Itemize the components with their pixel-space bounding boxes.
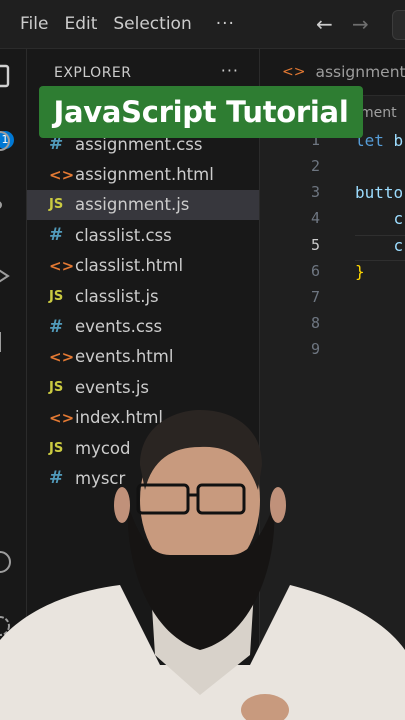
line-number: 6 <box>310 262 320 280</box>
line-number: 4 <box>310 209 320 227</box>
line-number-current: 5 <box>310 236 320 254</box>
presenter-video <box>0 410 405 720</box>
file-label: classlist.js <box>75 286 159 306</box>
html-file-icon: <> <box>49 165 75 184</box>
code-line-3[interactable]: butto <box>355 183 403 202</box>
js-file-icon: JS <box>49 379 64 395</box>
file-label: assignment.js <box>75 195 190 215</box>
tab-label: assignment.h <box>315 63 405 81</box>
file-label: events.css <box>75 317 163 337</box>
file-label: classlist.html <box>75 256 184 276</box>
search-icon[interactable] <box>0 129 14 155</box>
identifier: butto <box>355 183 404 202</box>
js-file-icon: JS <box>49 288 64 304</box>
menu-more-icon[interactable]: ··· <box>216 14 235 34</box>
command-center[interactable] <box>392 10 405 40</box>
file-item-events-css[interactable]: # events.css <box>27 311 259 341</box>
code-line-6[interactable]: } <box>355 262 365 281</box>
video-title: JavaScript Tutorial <box>53 95 349 129</box>
code-line-4[interactable]: c <box>355 209 404 228</box>
file-item-assignment-html[interactable]: <> assignment.html <box>27 159 259 189</box>
line-number: 7 <box>310 288 320 306</box>
menu-file[interactable]: File <box>0 14 56 34</box>
file-label: assignment.html <box>75 165 214 185</box>
html-file-icon: <> <box>49 256 75 275</box>
file-item-assignment-js[interactable]: JS assignment.js <box>27 189 259 221</box>
breadcrumb[interactable]: ment <box>360 105 397 121</box>
line-number: 8 <box>310 314 320 332</box>
file-label: events.js <box>75 377 150 397</box>
html-file-icon: <> <box>49 347 75 366</box>
closing-brace: } <box>355 262 365 281</box>
js-file-icon: JS <box>49 197 64 213</box>
file-item-events-js[interactable]: JS events.js <box>27 372 259 402</box>
arrow-right-icon[interactable]: → <box>352 12 369 36</box>
explorer-icon[interactable] <box>0 63 14 89</box>
identifier: c <box>393 236 404 255</box>
file-label: events.html <box>75 347 174 367</box>
explorer-more-icon[interactable]: ··· <box>221 61 239 80</box>
css-file-icon: # <box>49 225 64 246</box>
arrow-left-icon[interactable]: ← <box>316 12 333 36</box>
menu-edit[interactable]: Edit <box>56 14 105 34</box>
menu-selection[interactable]: Selection <box>105 14 199 34</box>
line-number: 9 <box>310 340 320 358</box>
identifier: c <box>393 209 404 228</box>
run-debug-icon[interactable] <box>0 263 14 289</box>
line-number: 2 <box>310 157 320 175</box>
source-control-icon[interactable] <box>0 197 14 223</box>
file-item-classlist-css[interactable]: # classlist.css <box>27 220 259 250</box>
menu-bar: File Edit Selection ··· <box>0 0 405 49</box>
html-file-icon: <> <box>282 64 306 80</box>
file-item-classlist-js[interactable]: JS classlist.js <box>27 281 259 311</box>
file-item-classlist-html[interactable]: <> classlist.html <box>27 251 259 281</box>
code-line-5[interactable]: c <box>355 236 404 255</box>
explorer-header: EXPLORER <box>54 65 132 81</box>
identifier: b <box>393 131 404 150</box>
css-file-icon: # <box>49 316 64 337</box>
file-label: classlist.css <box>75 225 172 245</box>
line-number: 3 <box>310 183 320 201</box>
title-banner: JavaScript Tutorial <box>39 86 363 138</box>
file-item-events-html[interactable]: <> events.html <box>27 342 259 372</box>
extensions-icon[interactable] <box>0 329 14 355</box>
